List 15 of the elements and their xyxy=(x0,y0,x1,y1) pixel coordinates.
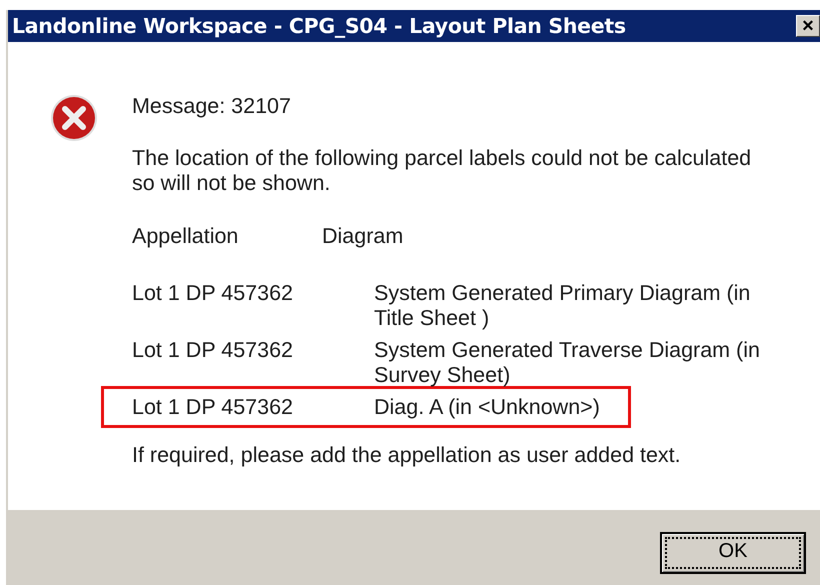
ok-button[interactable]: OK xyxy=(660,532,806,574)
appellation-text: Lot 1 DP 457362 xyxy=(132,281,294,307)
diagram-text: Diag. A (in <Unknown>) xyxy=(374,395,600,420)
message-text: The location of the following parcel labels could not be calculated so will not be shown. xyxy=(132,146,752,196)
appellation-text: Lot 1 DP 457362 xyxy=(132,395,294,420)
window-title: Landonline Workspace - CPG_S04 - Layout Plan Sheets xyxy=(12,12,626,40)
close-button[interactable]: × xyxy=(796,15,820,37)
appellation-text: Lot 1 DP 457362 xyxy=(132,338,294,364)
diagram-text: System Generated Traverse Diagram (in Survey Sheet) xyxy=(374,338,761,388)
diagram-text: System Generated Primary Diagram (in Title Sheet ) xyxy=(374,281,752,331)
column-header: Appellation xyxy=(132,224,240,249)
column-header: Diagram xyxy=(322,224,404,249)
error-icon xyxy=(50,94,98,142)
footer-message: If required, please add the appellation as user added text. xyxy=(132,443,682,468)
message-code: Message: 32107 xyxy=(132,94,292,119)
